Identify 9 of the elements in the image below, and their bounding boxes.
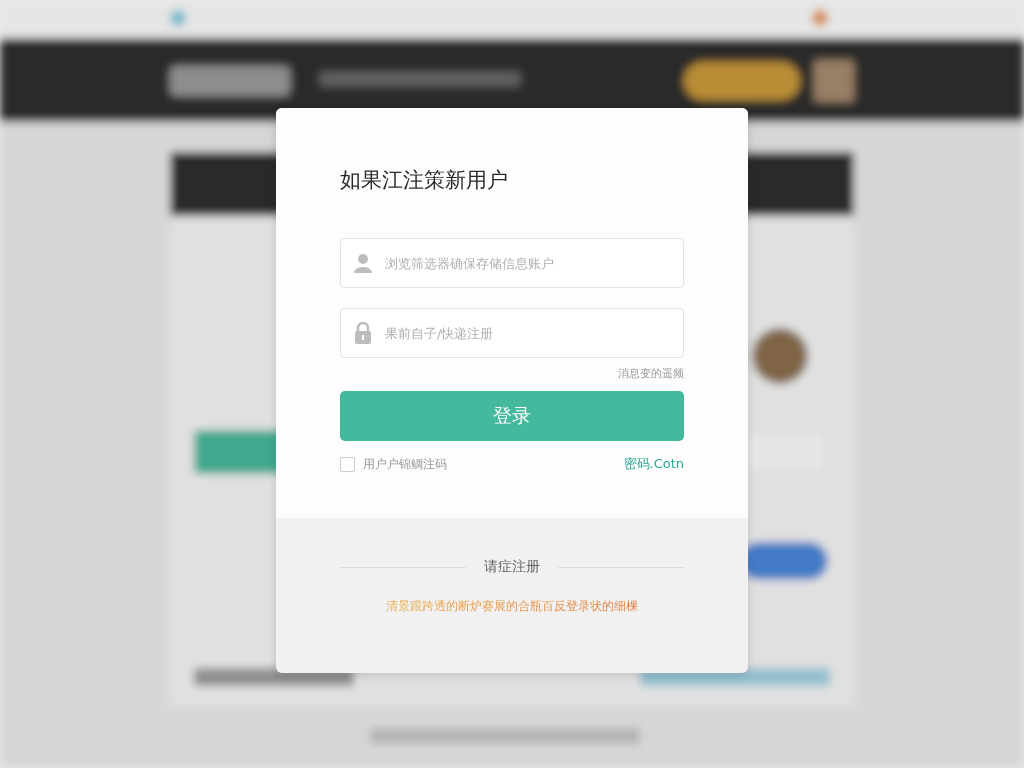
input-field[interactable]: 浏览筛选器确保存储信息账户 (340, 238, 684, 288)
remember-checkbox[interactable] (340, 456, 355, 472)
remember-label: 用户户锦鲷注码 (363, 455, 447, 473)
hint-link[interactable]: 消息变的遥频 (618, 366, 684, 381)
password-link[interactable]: 密码.Cotn (623, 455, 684, 473)
login-button[interactable]: 登录 (340, 391, 684, 441)
dialog-title: 如果江注策新用户 (340, 167, 509, 194)
register-label: 请症注册 (484, 558, 540, 576)
input-field[interactable]: 果前自子/快递注册 (340, 308, 684, 358)
